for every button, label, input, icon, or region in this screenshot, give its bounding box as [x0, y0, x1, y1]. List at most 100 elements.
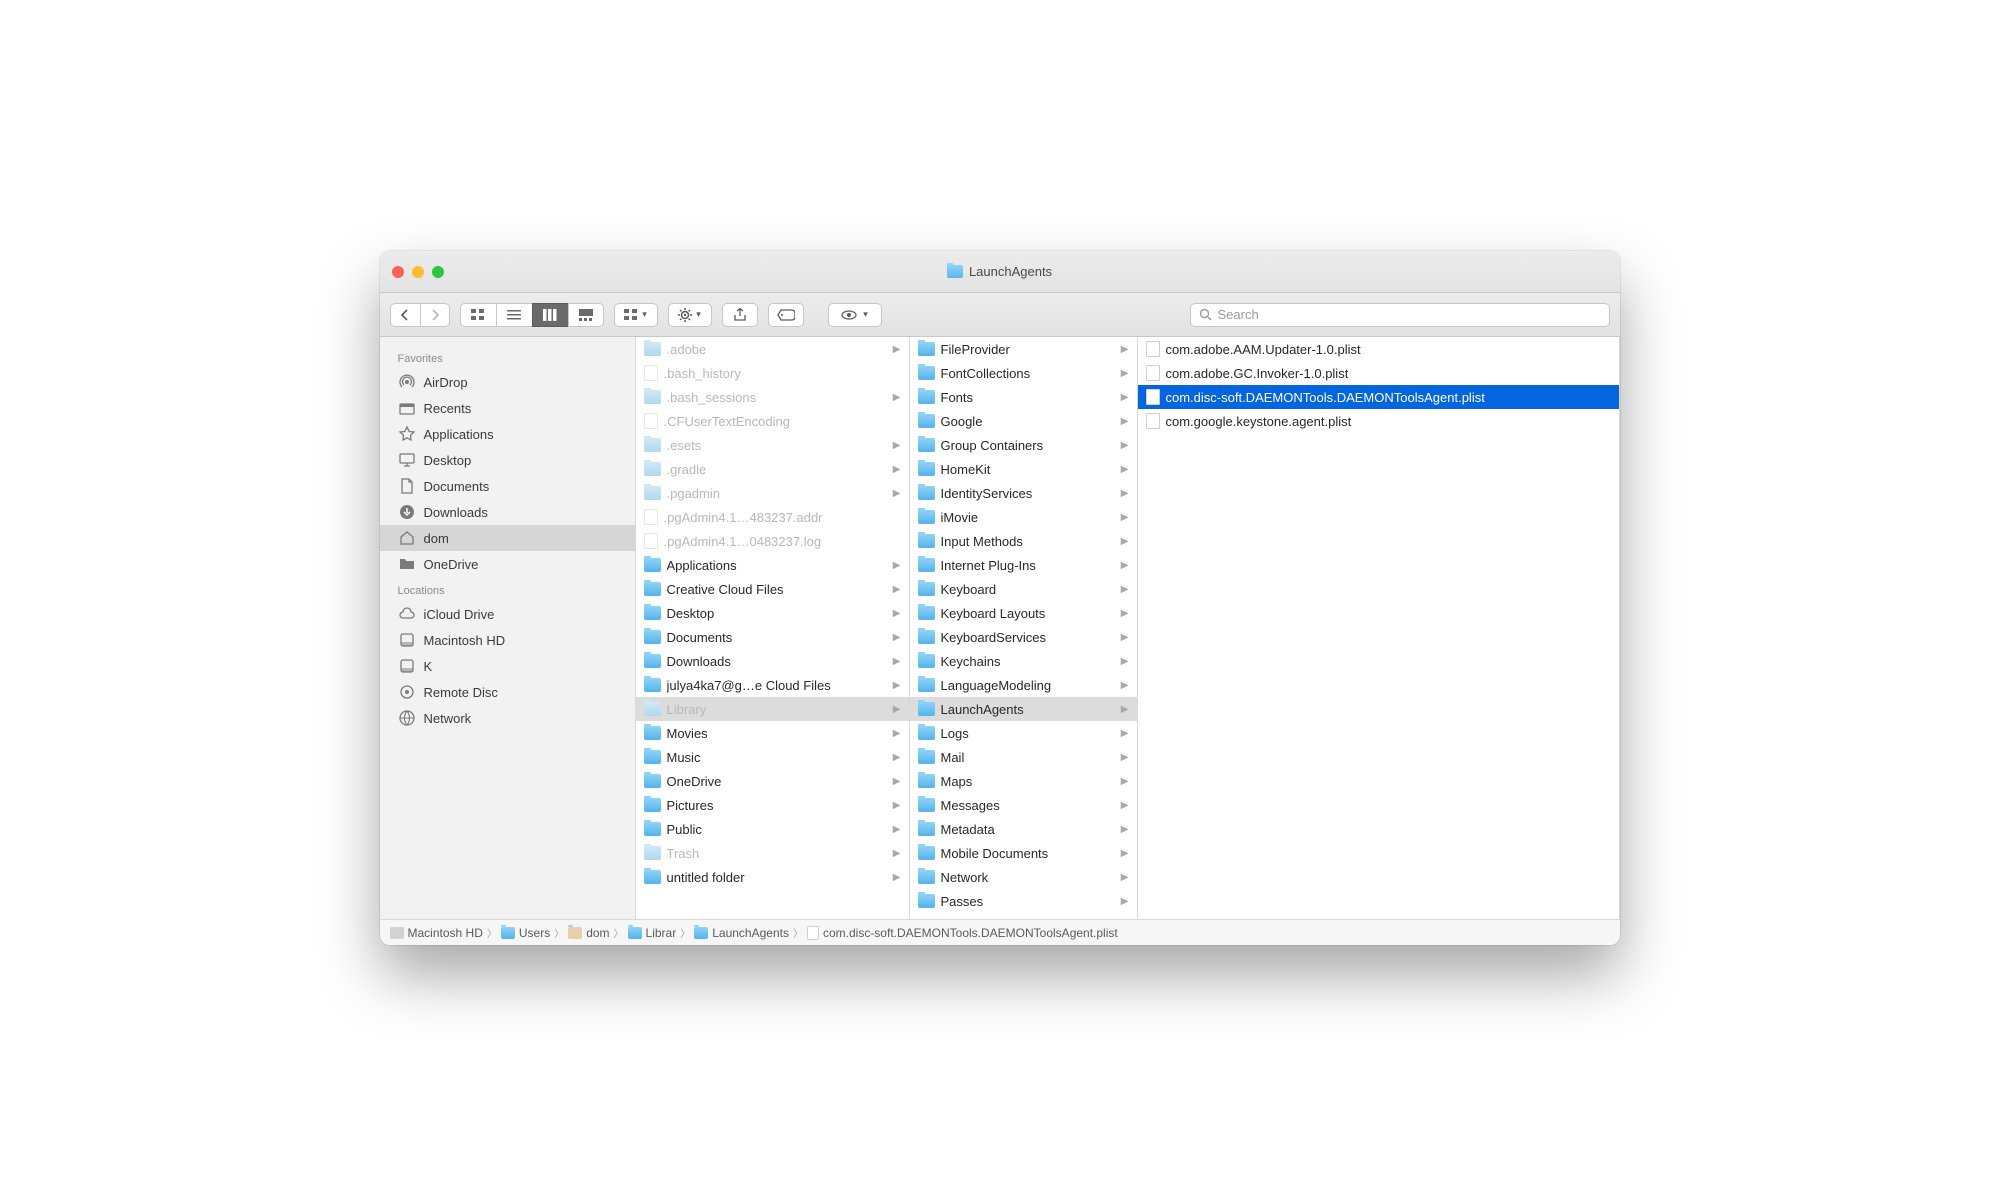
file-row[interactable]: iMovie▶ — [910, 505, 1137, 529]
view-options-button[interactable]: ▾ — [828, 303, 882, 327]
file-row[interactable]: .gradle▶ — [636, 457, 909, 481]
file-row[interactable]: Desktop▶ — [636, 601, 909, 625]
column-2[interactable]: FileProvider▶FontCollections▶Fonts▶Googl… — [910, 337, 1138, 919]
file-row[interactable]: KeyboardServices▶ — [910, 625, 1137, 649]
forward-button[interactable] — [420, 303, 450, 327]
action-button[interactable]: ▾ — [668, 303, 712, 327]
back-button[interactable] — [390, 303, 420, 327]
pathbar-label[interactable]: Macintosh HD — [408, 926, 483, 940]
titlebar[interactable]: LaunchAgents — [380, 251, 1620, 293]
file-row[interactable]: com.adobe.GC.Invoker-1.0.plist — [1138, 361, 1619, 385]
pathbar[interactable]: Macintosh HD〉 Users〉 dom〉 Librar〉 Launch… — [380, 919, 1620, 945]
sidebar-item-icloud-drive[interactable]: iCloud Drive — [380, 601, 635, 627]
file-row[interactable]: Keychains▶ — [910, 649, 1137, 673]
file-row[interactable]: Group Containers▶ — [910, 433, 1137, 457]
file-row[interactable]: Applications▶ — [636, 553, 909, 577]
column-3[interactable]: com.adobe.AAM.Updater-1.0.plistcom.adobe… — [1138, 337, 1620, 919]
search-field[interactable]: Search — [1190, 303, 1610, 327]
file-row[interactable]: Network▶ — [910, 865, 1137, 889]
file-row[interactable]: .adobe▶ — [636, 337, 909, 361]
file-row[interactable]: .esets▶ — [636, 433, 909, 457]
file-row[interactable]: .bash_sessions▶ — [636, 385, 909, 409]
group-button[interactable]: ▾ — [614, 303, 658, 327]
file-row[interactable]: Music▶ — [636, 745, 909, 769]
file-row[interactable]: Keyboard▶ — [910, 577, 1137, 601]
sidebar-item-remote-disc[interactable]: Remote Disc — [380, 679, 635, 705]
sidebar-item-k[interactable]: K — [380, 653, 635, 679]
pathbar-label[interactable]: Users — [519, 926, 550, 940]
tags-button[interactable] — [768, 303, 804, 327]
sidebar-item-airdrop[interactable]: AirDrop — [380, 369, 635, 395]
file-row[interactable]: OneDrive▶ — [636, 769, 909, 793]
sidebar-item-dom[interactable]: dom — [380, 525, 635, 551]
folder-icon — [918, 654, 935, 668]
file-row[interactable]: com.disc-soft.DAEMONTools.DAEMONToolsAge… — [1138, 385, 1619, 409]
file-row[interactable]: Internet Plug-Ins▶ — [910, 553, 1137, 577]
file-row[interactable]: Passes▶ — [910, 889, 1137, 913]
close-button[interactable] — [392, 266, 404, 278]
file-row[interactable]: .pgAdmin4.1…0483237.log — [636, 529, 909, 553]
minimize-button[interactable] — [412, 266, 424, 278]
file-row[interactable]: Mobile Documents▶ — [910, 841, 1137, 865]
file-row[interactable]: Pictures▶ — [636, 793, 909, 817]
file-row[interactable]: Maps▶ — [910, 769, 1137, 793]
zoom-button[interactable] — [432, 266, 444, 278]
column-view-button[interactable] — [532, 303, 568, 327]
pathbar-label[interactable]: LaunchAgents — [712, 926, 789, 940]
file-row[interactable]: julya4ka7@g…e Cloud Files▶ — [636, 673, 909, 697]
sidebar-heading: Favorites — [380, 345, 635, 369]
sidebar-item-downloads[interactable]: Downloads — [380, 499, 635, 525]
file-row[interactable]: FontCollections▶ — [910, 361, 1137, 385]
file-row[interactable]: Metadata▶ — [910, 817, 1137, 841]
file-row[interactable]: LanguageModeling▶ — [910, 673, 1137, 697]
sidebar-item-recents[interactable]: Recents — [380, 395, 635, 421]
file-row[interactable]: Messages▶ — [910, 793, 1137, 817]
share-button[interactable] — [722, 303, 758, 327]
icon-view-button[interactable] — [460, 303, 496, 327]
sidebar-item-label: OneDrive — [424, 557, 479, 572]
file-row[interactable]: .CFUserTextEncoding — [636, 409, 909, 433]
file-row[interactable]: Fonts▶ — [910, 385, 1137, 409]
sidebar-item-network[interactable]: Network — [380, 705, 635, 731]
file-row[interactable]: .bash_history — [636, 361, 909, 385]
sidebar-item-documents[interactable]: Documents — [380, 473, 635, 499]
file-row[interactable]: IdentityServices▶ — [910, 481, 1137, 505]
gallery-view-button[interactable] — [568, 303, 604, 327]
title-text: LaunchAgents — [969, 264, 1052, 279]
file-row[interactable]: Keyboard Layouts▶ — [910, 601, 1137, 625]
file-row[interactable]: Mail▶ — [910, 745, 1137, 769]
file-row[interactable]: LaunchAgents▶ — [910, 697, 1137, 721]
file-row[interactable]: FileProvider▶ — [910, 337, 1137, 361]
file-row[interactable]: .pgadmin▶ — [636, 481, 909, 505]
sidebar-item-onedrive[interactable]: OneDrive — [380, 551, 635, 577]
airdrop-icon — [398, 373, 416, 391]
file-row[interactable]: Movies▶ — [636, 721, 909, 745]
file-row[interactable]: Input Methods▶ — [910, 529, 1137, 553]
pathbar-label[interactable]: dom — [586, 926, 609, 940]
file-row[interactable]: HomeKit▶ — [910, 457, 1137, 481]
file-row[interactable]: Downloads▶ — [636, 649, 909, 673]
sidebar-item-macintosh-hd[interactable]: Macintosh HD — [380, 627, 635, 653]
file-row[interactable]: Logs▶ — [910, 721, 1137, 745]
folder-icon — [644, 558, 661, 572]
file-row[interactable]: com.adobe.AAM.Updater-1.0.plist — [1138, 337, 1619, 361]
sidebar-item-desktop[interactable]: Desktop — [380, 447, 635, 473]
file-row[interactable]: Documents▶ — [636, 625, 909, 649]
file-row[interactable]: .pgAdmin4.1…483237.addr — [636, 505, 909, 529]
file-row[interactable]: untitled folder▶ — [636, 865, 909, 889]
column-1[interactable]: .adobe▶.bash_history.bash_sessions▶.CFUs… — [636, 337, 910, 919]
file-row[interactable]: Public▶ — [636, 817, 909, 841]
file-row[interactable]: Trash▶ — [636, 841, 909, 865]
file-row[interactable]: Library▶ — [636, 697, 909, 721]
sidebar-item-applications[interactable]: Applications — [380, 421, 635, 447]
file-row[interactable]: com.google.keystone.agent.plist — [1138, 409, 1619, 433]
file-row[interactable]: Google▶ — [910, 409, 1137, 433]
pathbar-label[interactable]: com.disc-soft.DAEMONTools.DAEMONToolsAge… — [823, 926, 1118, 940]
list-view-button[interactable] — [496, 303, 532, 327]
pathbar-label[interactable]: Librar — [646, 926, 677, 940]
file-label: KeyboardServices — [941, 630, 1111, 645]
file-row[interactable]: Creative Cloud Files▶ — [636, 577, 909, 601]
file-label: Group Containers — [941, 438, 1111, 453]
file-icon — [1146, 341, 1160, 357]
chevron-right-icon: ▶ — [1121, 584, 1129, 595]
